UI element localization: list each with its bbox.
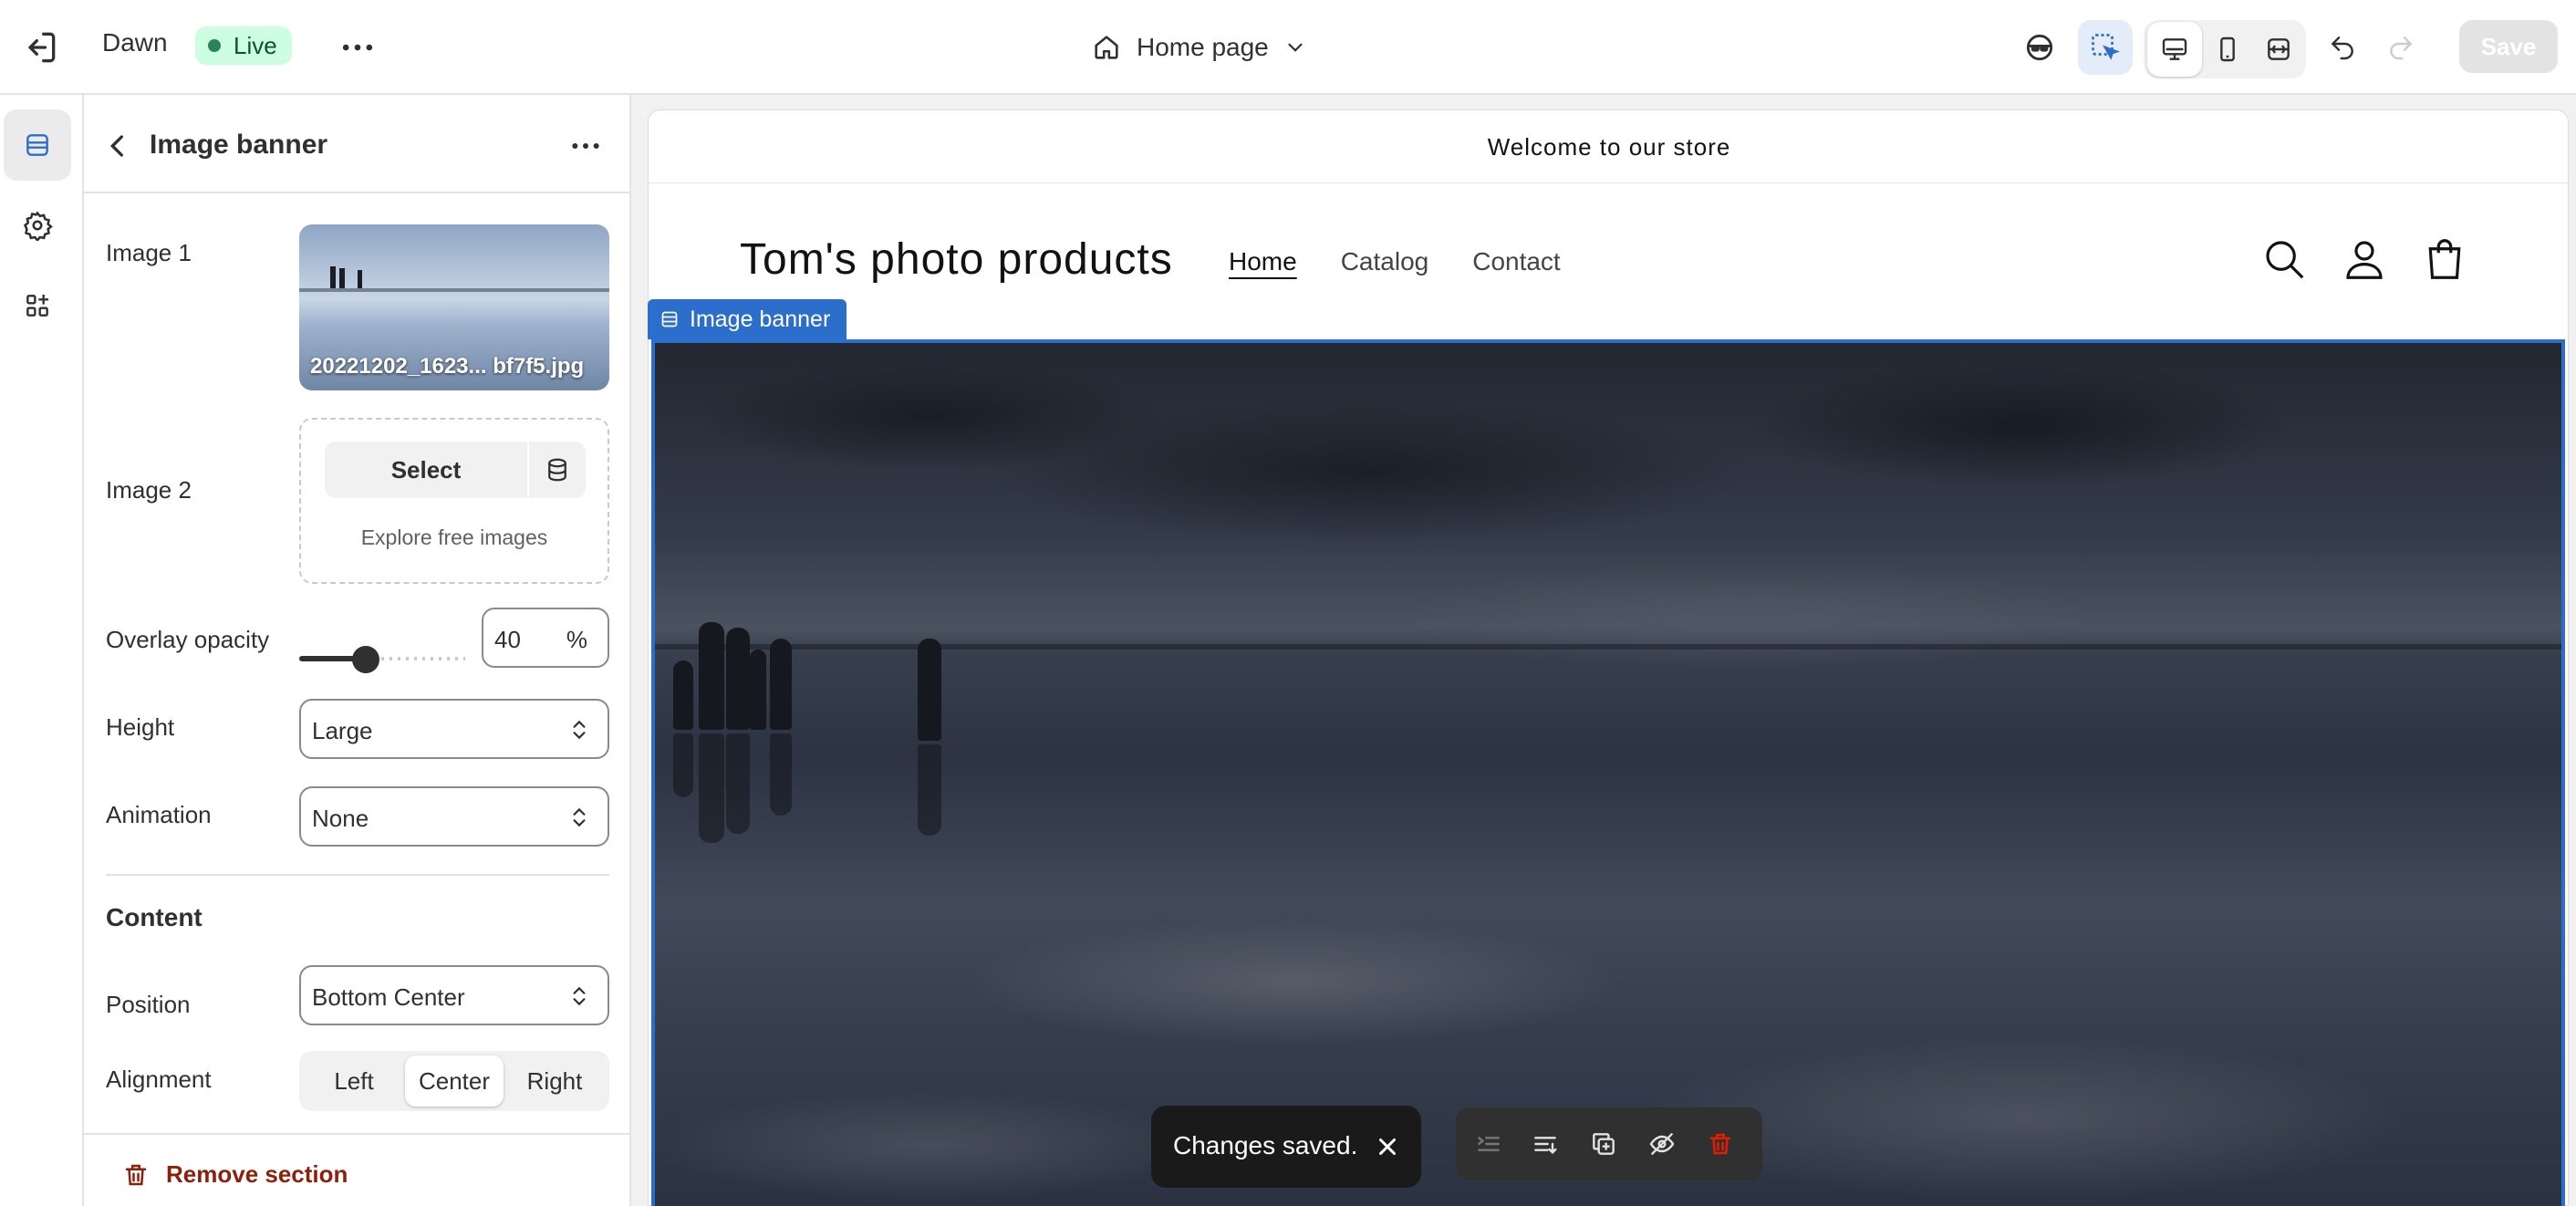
position-label: Position [106,991,191,1018]
desktop-icon[interactable] [2147,22,2202,77]
person-silhouette [726,628,750,730]
alignment-label: Alignment [106,1066,212,1093]
position-value: Bottom Center [312,983,465,1011]
select-arrows-icon [567,715,591,744]
alignment-right-option[interactable]: Right [505,1055,604,1107]
left-rail [0,95,84,1206]
overlay-opacity-slider[interactable] [299,639,465,679]
apps-icon[interactable] [4,270,71,341]
nav-home[interactable]: Home [1229,247,1297,276]
chevron-down-icon [1283,36,1307,59]
account-icon[interactable] [2340,234,2389,284]
overlay-opacity-unit: % [566,626,587,653]
animation-label: Animation [106,801,212,828]
image1-filename: 20221202_1623... bf7f5.jpg [310,354,585,379]
divider [84,1133,631,1135]
alignment-center-option[interactable]: Center [405,1055,504,1107]
trash-icon [122,1161,150,1189]
position-select[interactable]: Bottom Center [299,965,609,1025]
panel-header: Image banner [84,95,631,193]
remove-section-button[interactable]: Remove section [122,1160,348,1189]
sidekick-icon[interactable] [2012,20,2067,75]
slider-handle[interactable] [352,646,379,673]
person-silhouette [673,660,693,730]
chevron-left-icon[interactable] [100,128,137,164]
undo-icon[interactable] [2315,20,2370,75]
main-nav: Home Catalog Contact [1229,247,1561,276]
person-reflection [673,733,693,797]
overlay-opacity-label: Overlay opacity [106,626,270,653]
divider [106,874,609,876]
redo-icon[interactable] [2373,20,2428,75]
image-banner-tag-label: Image banner [690,307,831,332]
mobile-icon[interactable] [2200,22,2255,77]
page-picker-label: Home page [1137,33,1269,61]
toast-message: Changes saved. [1173,1131,1358,1159]
indent-icon[interactable] [1469,1124,1509,1164]
alignment-segmented-control: Left Center Right [299,1051,609,1111]
nav-contact[interactable]: Contact [1472,247,1561,276]
select-arrows-icon [567,803,591,832]
person-silhouette [770,639,792,730]
top-bar: Dawn Live Home page Save [0,0,2576,95]
remove-section-label: Remove section [166,1160,348,1188]
overlay-opacity-input[interactable]: 40 % [482,608,609,668]
image2-label: Image 2 [106,476,192,504]
trash-icon[interactable] [1700,1124,1740,1164]
status-badge: Live [195,26,292,65]
section-settings-panel: Image banner Image 1 20221202_1623... bf… [84,95,631,1206]
select-arrows-icon [567,982,591,1011]
sections-icon [661,311,678,327]
person-reflection [770,733,792,816]
page-picker[interactable]: Home page [1091,26,1307,69]
image2-picker: Select Explore free images [299,418,609,584]
changes-saved-toast: Changes saved. [1151,1106,1421,1188]
full-width-icon[interactable] [2251,22,2306,77]
person-silhouette [699,622,724,730]
panel-title: Image banner [150,130,328,160]
image-banner-tag[interactable]: Image banner [648,299,847,339]
image-banner-section[interactable] [651,339,2565,1206]
content-heading: Content [106,903,203,931]
duplicate-icon[interactable] [1584,1124,1624,1164]
person-reflection [726,733,750,834]
save-button[interactable]: Save [2459,20,2558,73]
person-reflection [699,733,724,843]
database-icon[interactable] [529,442,586,498]
store-name[interactable]: Tom's photo products [740,234,1173,285]
height-value: Large [312,717,373,744]
image1-label: Image 1 [106,239,192,266]
person-silhouette [750,650,766,730]
eye-off-icon[interactable] [1642,1124,1682,1164]
home-icon [1091,32,1122,63]
outdent-icon[interactable] [1525,1124,1565,1164]
alignment-left-option[interactable]: Left [305,1055,403,1107]
person-reflection [918,744,941,836]
animation-value: None [312,805,369,832]
exit-icon[interactable] [20,27,60,68]
height-select[interactable]: Large [299,699,609,759]
select-image-button[interactable]: Select [325,442,527,498]
image1-thumbnail[interactable]: 20221202_1623... bf7f5.jpg [299,224,609,390]
announcement-bar: Welcome to our store [649,110,2568,183]
view-mode-group [2144,20,2306,78]
overlay-opacity-value: 40 [494,626,521,653]
search-icon[interactable] [2259,234,2309,284]
theme-name: Dawn [102,28,168,57]
cart-icon[interactable] [2420,234,2469,284]
more-horizontal-icon[interactable] [338,27,378,68]
section-toolbar [1456,1107,1762,1180]
close-icon[interactable] [1374,1133,1401,1160]
nav-catalog[interactable]: Catalog [1341,247,1429,276]
gear-icon[interactable] [4,190,71,261]
animation-select[interactable]: None [299,786,609,847]
select-pointer-icon[interactable] [2078,20,2133,75]
more-horizontal-icon[interactable] [567,128,604,164]
sections-icon[interactable] [4,109,71,181]
height-label: Height [106,713,175,741]
person-silhouette [918,639,941,741]
explore-free-images-link[interactable]: Explore free images [301,525,608,550]
